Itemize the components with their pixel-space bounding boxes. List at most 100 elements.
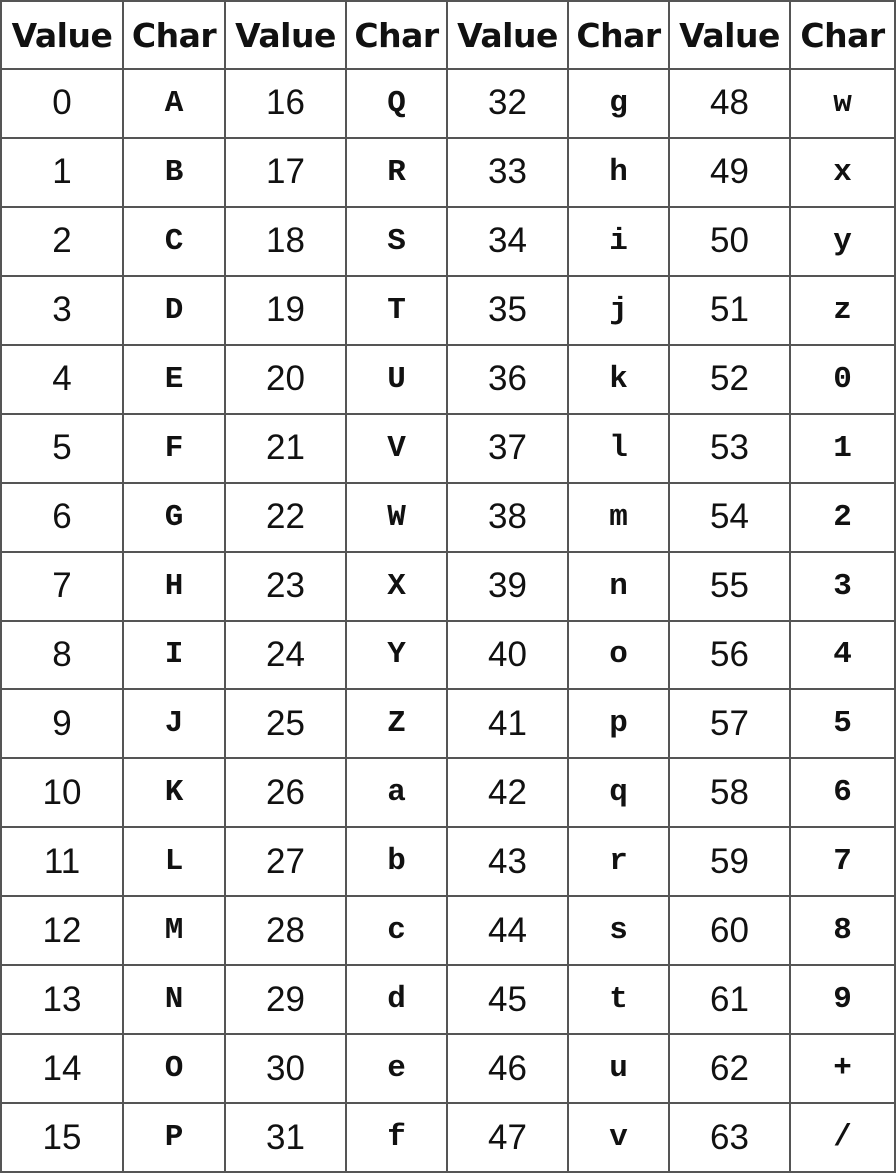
- value-cell: 0: [0, 68, 124, 139]
- char-cell: e: [345, 1033, 448, 1105]
- char-cell: 3: [789, 550, 896, 622]
- char-cell: p: [567, 688, 670, 760]
- table-row: 9 J 25 Z 41 p 57 5: [0, 688, 896, 760]
- value-cell: 19: [224, 274, 347, 346]
- value-cell: 46: [446, 1033, 569, 1105]
- char-cell: u: [567, 1033, 670, 1105]
- char-cell: s: [567, 895, 670, 967]
- char-cell: N: [122, 964, 226, 1036]
- header-value: Value: [224, 0, 347, 70]
- value-cell: 7: [0, 550, 124, 622]
- value-cell: 56: [668, 619, 791, 691]
- value-cell: 52: [668, 343, 791, 415]
- char-cell: W: [345, 481, 448, 553]
- char-cell: b: [345, 826, 448, 898]
- value-cell: 14: [0, 1033, 124, 1105]
- value-cell: 17: [224, 136, 347, 208]
- char-cell: /: [789, 1102, 896, 1173]
- header-value: Value: [446, 0, 569, 70]
- char-cell: E: [122, 343, 226, 415]
- char-cell: Q: [345, 68, 448, 139]
- value-cell: 42: [446, 757, 569, 829]
- char-cell: O: [122, 1033, 226, 1105]
- value-cell: 6: [0, 481, 124, 553]
- char-cell: 8: [789, 895, 896, 967]
- table-row: 14 O 30 e 46 u 62 +: [0, 1033, 896, 1105]
- char-cell: P: [122, 1102, 226, 1173]
- char-cell: U: [345, 343, 448, 415]
- value-cell: 37: [446, 412, 569, 484]
- value-cell: 22: [224, 481, 347, 553]
- char-cell: 5: [789, 688, 896, 760]
- value-cell: 38: [446, 481, 569, 553]
- char-cell: B: [122, 136, 226, 208]
- value-cell: 30: [224, 1033, 347, 1105]
- value-cell: 44: [446, 895, 569, 967]
- char-cell: +: [789, 1033, 896, 1105]
- char-cell: F: [122, 412, 226, 484]
- table-row: 4 E 20 U 36 k 52 0: [0, 343, 896, 415]
- value-cell: 28: [224, 895, 347, 967]
- value-cell: 60: [668, 895, 791, 967]
- header-char: Char: [567, 0, 670, 70]
- char-cell: J: [122, 688, 226, 760]
- value-cell: 11: [0, 826, 124, 898]
- value-cell: 36: [446, 343, 569, 415]
- char-cell: S: [345, 205, 448, 277]
- char-cell: M: [122, 895, 226, 967]
- char-cell: j: [567, 274, 670, 346]
- value-cell: 1: [0, 136, 124, 208]
- char-cell: 1: [789, 412, 896, 484]
- header-char: Char: [789, 0, 896, 70]
- char-cell: w: [789, 68, 896, 139]
- value-cell: 8: [0, 619, 124, 691]
- char-cell: c: [345, 895, 448, 967]
- char-cell: C: [122, 205, 226, 277]
- value-cell: 24: [224, 619, 347, 691]
- value-cell: 62: [668, 1033, 791, 1105]
- char-cell: a: [345, 757, 448, 829]
- char-cell: l: [567, 412, 670, 484]
- value-cell: 40: [446, 619, 569, 691]
- char-cell: g: [567, 68, 670, 139]
- table-row: 2 C 18 S 34 i 50 y: [0, 205, 896, 277]
- char-cell: Z: [345, 688, 448, 760]
- char-cell: 2: [789, 481, 896, 553]
- header-value: Value: [668, 0, 791, 70]
- char-cell: r: [567, 826, 670, 898]
- value-cell: 12: [0, 895, 124, 967]
- value-cell: 57: [668, 688, 791, 760]
- table-row: 6 G 22 W 38 m 54 2: [0, 481, 896, 553]
- value-cell: 49: [668, 136, 791, 208]
- value-cell: 18: [224, 205, 347, 277]
- char-cell: z: [789, 274, 896, 346]
- table-row: 5 F 21 V 37 l 53 1: [0, 412, 896, 484]
- value-cell: 47: [446, 1102, 569, 1173]
- value-cell: 54: [668, 481, 791, 553]
- value-cell: 16: [224, 68, 347, 139]
- value-cell: 53: [668, 412, 791, 484]
- value-cell: 55: [668, 550, 791, 622]
- value-cell: 31: [224, 1102, 347, 1173]
- char-cell: f: [345, 1102, 448, 1173]
- char-cell: 7: [789, 826, 896, 898]
- value-cell: 45: [446, 964, 569, 1036]
- char-cell: q: [567, 757, 670, 829]
- char-cell: i: [567, 205, 670, 277]
- header-char: Char: [122, 0, 226, 70]
- table-row: 12 M 28 c 44 s 60 8: [0, 895, 896, 967]
- base64-index-table: Value Char Value Char Value Char Value C…: [0, 0, 896, 1173]
- char-cell: Y: [345, 619, 448, 691]
- char-cell: K: [122, 757, 226, 829]
- char-cell: V: [345, 412, 448, 484]
- value-cell: 23: [224, 550, 347, 622]
- table-row: 11 L 27 b 43 r 59 7: [0, 826, 896, 898]
- table-row: 0 A 16 Q 32 g 48 w: [0, 68, 896, 139]
- value-cell: 13: [0, 964, 124, 1036]
- char-cell: m: [567, 481, 670, 553]
- value-cell: 35: [446, 274, 569, 346]
- header-char: Char: [345, 0, 448, 70]
- value-cell: 2: [0, 205, 124, 277]
- char-cell: G: [122, 481, 226, 553]
- value-cell: 32: [446, 68, 569, 139]
